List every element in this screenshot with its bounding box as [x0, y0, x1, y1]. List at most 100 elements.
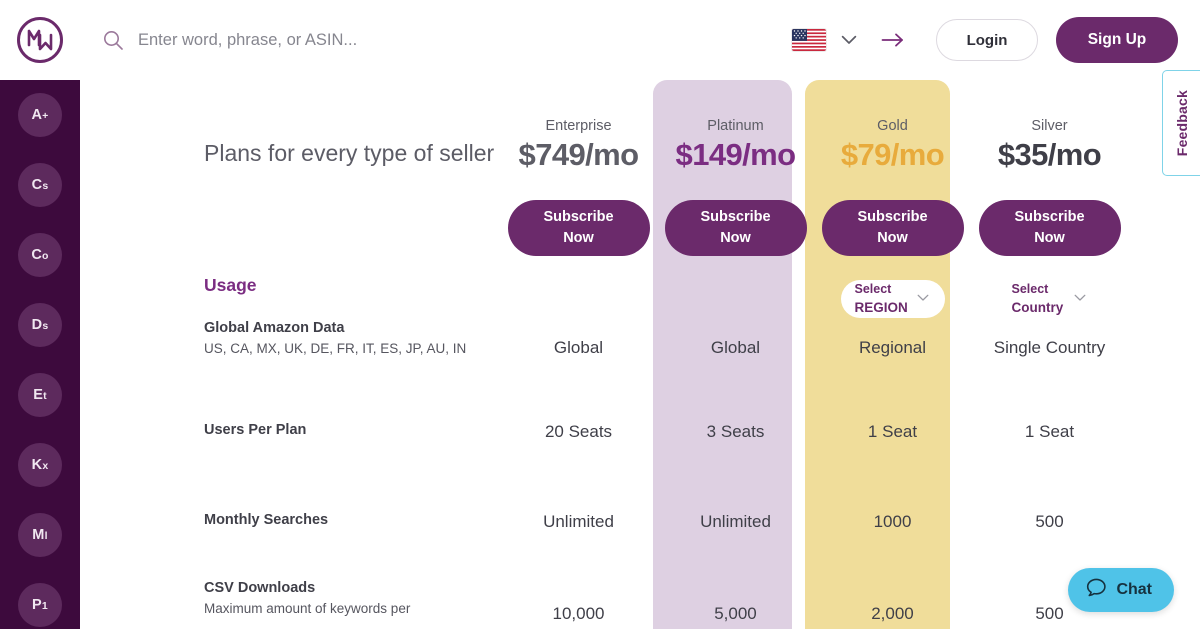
feature-label: Users Per Plan — [80, 422, 500, 442]
logo[interactable] — [0, 0, 80, 80]
sidebar-item-ml[interactable]: Ml — [18, 513, 62, 557]
cell-value: 20 Seats — [544, 422, 613, 441]
subscribe-button-silver[interactable]: Subscribe Now — [978, 200, 1121, 256]
sidebar-item-label: D — [31, 317, 43, 333]
feature-sub: Maximum amount of keywords per — [204, 601, 411, 616]
pricing-table: Plans for every type of seller Enterpris… — [80, 80, 1200, 629]
plan-price: $749/mo — [518, 137, 639, 172]
site-header: Login Sign Up — [0, 0, 1200, 80]
sidebar-item-label: K — [31, 457, 43, 473]
sidebar-item-sublabel: t — [43, 390, 47, 402]
chat-bubble-icon — [1086, 578, 1107, 603]
plan-header-silver: Silver $35/mo — [971, 118, 1128, 175]
sidebar-item-label: C — [31, 247, 43, 263]
select-country-label: Select — [1011, 282, 1049, 297]
select-region-dropdown[interactable]: Select REGION — [840, 280, 945, 318]
plan-header-enterprise: Enterprise $749/mo — [500, 118, 657, 175]
pricing-page: Login Sign Up A+ Cs Co Ds Et Kx Ml P1 — [0, 0, 1200, 629]
left-sidebar: A+ Cs Co Ds Et Kx Ml P1 — [0, 80, 80, 629]
plan-header-row: Enterprise $749/mo Platinum $149/mo Gold… — [80, 118, 1200, 175]
chat-button[interactable]: Chat — [1068, 568, 1174, 612]
feedback-tab[interactable]: Feedback — [1162, 70, 1200, 176]
cell-value: Regional — [858, 338, 927, 357]
sidebar-item-sublabel: + — [42, 110, 49, 122]
cell-value: Global — [553, 338, 604, 357]
feature-name: CSV Downloads — [204, 580, 316, 596]
table-row: CSV Downloads Maximum amount of keywords… — [80, 580, 1200, 624]
table-row: Global Amazon Data US, CA, MX, UK, DE, F… — [80, 320, 1200, 359]
subscribe-label-line2: Now — [563, 230, 594, 246]
header-actions: Login Sign Up — [792, 0, 1200, 80]
search-icon — [102, 29, 124, 51]
table-row: Monthly Searches Unlimited Unlimited 100… — [80, 512, 1200, 532]
subscribe-label-line2: Now — [877, 230, 908, 246]
sidebar-item-sublabel: x — [42, 460, 49, 472]
sidebar-item-label: P — [32, 597, 42, 613]
sidebar-item-cs[interactable]: Cs — [18, 163, 62, 207]
cell-value: 1 Seat — [867, 422, 918, 441]
feature-sub: US, CA, MX, UK, DE, FR, IT, ES, JP, AU, … — [204, 341, 467, 356]
sidebar-item-label: C — [31, 177, 43, 193]
login-button[interactable]: Login — [936, 19, 1038, 61]
feedback-label: Feedback — [1173, 89, 1190, 157]
sidebar-item-sublabel: s — [42, 320, 49, 332]
chevron-down-icon — [917, 292, 929, 308]
search-bar[interactable] — [80, 0, 792, 80]
subscribe-label-line2: Now — [1034, 230, 1065, 246]
subscribe-button-gold[interactable]: Subscribe Now — [821, 200, 964, 256]
plan-name: Silver — [1031, 118, 1068, 134]
sidebar-item-label: E — [33, 387, 44, 403]
cell-value: 500 — [1035, 512, 1064, 531]
sidebar-item-ds[interactable]: Ds — [18, 303, 62, 347]
arrow-right-icon[interactable] — [876, 25, 910, 55]
feature-name: Users Per Plan — [204, 422, 307, 438]
select-country-value: Country — [1011, 300, 1064, 316]
cell-value: 10,000 — [552, 604, 605, 623]
search-input[interactable] — [138, 30, 698, 50]
subscribe-label-line1: Subscribe — [700, 208, 771, 225]
select-country-dropdown[interactable]: Select Country — [997, 280, 1102, 318]
subscribe-label-line1: Subscribe — [857, 208, 928, 225]
mw-logo-icon — [17, 17, 63, 63]
feature-label: CSV Downloads Maximum amount of keywords… — [80, 580, 500, 624]
sidebar-item-a-plus[interactable]: A+ — [18, 93, 62, 137]
plan-price: $149/mo — [675, 137, 796, 172]
feature-name: Monthly Searches — [204, 512, 329, 528]
subscribe-button-platinum[interactable]: Subscribe Now — [664, 200, 807, 256]
select-region-label: Select — [854, 282, 892, 297]
plan-header-platinum: Platinum $149/mo — [657, 118, 814, 175]
subscribe-button-enterprise[interactable]: Subscribe Now — [507, 200, 650, 256]
sidebar-item-sublabel: o — [42, 250, 49, 262]
plan-name: Gold — [877, 118, 908, 134]
sidebar-item-kx[interactable]: Kx — [18, 443, 62, 487]
cell-value: Unlimited — [543, 512, 614, 531]
plan-name: Platinum — [707, 118, 764, 134]
plan-header-gold: Gold $79/mo — [814, 118, 971, 175]
cell-value: 2,000 — [871, 604, 914, 623]
plan-price: $35/mo — [997, 137, 1102, 172]
cell-value: Global — [710, 338, 761, 357]
cell-value: Unlimited — [700, 512, 771, 531]
chevron-down-icon — [1074, 292, 1086, 308]
section-heading-usage: Usage — [204, 275, 257, 295]
sidebar-item-et[interactable]: Et — [18, 373, 62, 417]
signup-button[interactable]: Sign Up — [1056, 17, 1178, 63]
subscribe-row: Subscribe Now Subscribe Now Subscribe No… — [80, 200, 1200, 256]
plan-name: Enterprise — [545, 118, 612, 134]
cell-value: 1000 — [873, 512, 912, 531]
cell-value: 1 Seat — [1024, 422, 1075, 441]
sidebar-item-label: A — [31, 107, 43, 123]
sidebar-item-p1[interactable]: P1 — [18, 583, 62, 627]
subscribe-label-line1: Subscribe — [543, 208, 614, 225]
sidebar-item-label: M — [32, 527, 45, 543]
cell-value: 500 — [1035, 604, 1064, 623]
sidebar-item-co[interactable]: Co — [18, 233, 62, 277]
select-region-value: REGION — [854, 300, 908, 316]
sidebar-item-sublabel: s — [42, 180, 49, 192]
cell-value: 5,000 — [714, 604, 757, 623]
us-flag-icon[interactable] — [792, 29, 826, 51]
table-row: Users Per Plan 20 Seats 3 Seats 1 Seat 1… — [80, 422, 1200, 442]
sidebar-item-sublabel: l — [44, 530, 48, 542]
chevron-down-icon[interactable] — [836, 27, 862, 53]
subscribe-label-line2: Now — [720, 230, 751, 246]
